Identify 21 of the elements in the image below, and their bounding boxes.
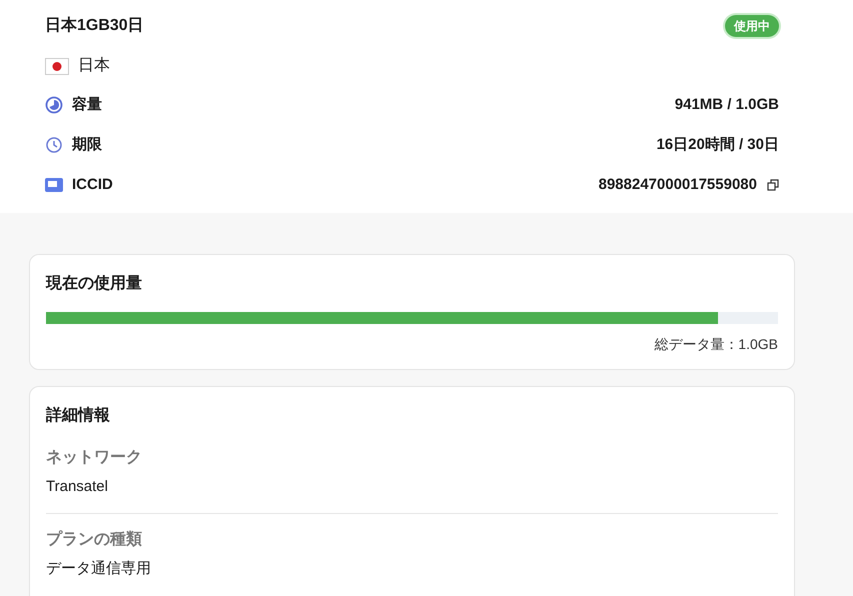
detail-value: Transatel bbox=[46, 477, 109, 497]
info-label: ICCID bbox=[72, 174, 113, 195]
info-value: 941MB / 1.0GB bbox=[674, 94, 779, 115]
info-label: 容量 bbox=[72, 94, 102, 115]
clock-icon bbox=[45, 136, 63, 154]
detail-value: データ通信専用 bbox=[46, 558, 152, 578]
plan-title: 日本1GB30日 bbox=[45, 16, 144, 36]
info-value: 8988247000017559080 bbox=[598, 174, 757, 195]
detail-label: ネットワーク bbox=[46, 448, 143, 468]
card-icon bbox=[45, 178, 63, 192]
copy-icon[interactable] bbox=[767, 179, 779, 191]
status-badge: 使用中 bbox=[725, 15, 779, 37]
card-title: 詳細情報 bbox=[46, 405, 111, 426]
country-name: 日本 bbox=[78, 56, 110, 76]
detail-label: プランの種類 bbox=[46, 529, 143, 550]
pie-chart-icon bbox=[45, 96, 63, 114]
total-data: 総データ量：1.0GB bbox=[654, 335, 778, 354]
info-value: 16日20時間 / 30日 bbox=[656, 134, 779, 155]
card-title: 現在の使用量 bbox=[46, 274, 143, 294]
flag-icon bbox=[45, 58, 69, 74]
info-label: 期限 bbox=[72, 134, 102, 155]
